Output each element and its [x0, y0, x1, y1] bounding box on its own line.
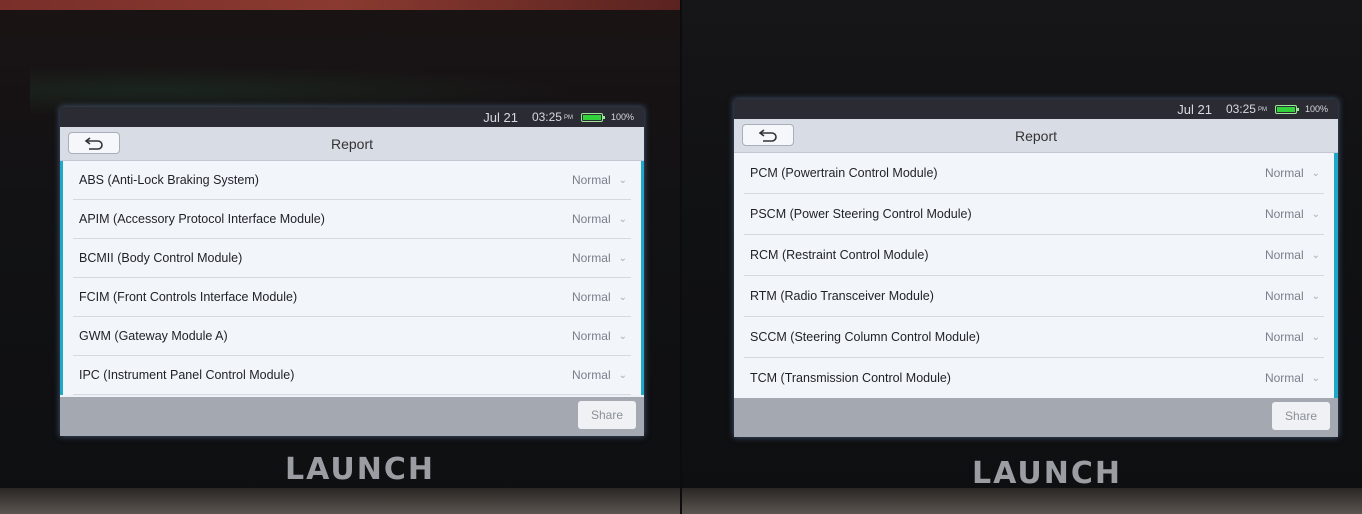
battery-percent: 100%: [1304, 104, 1328, 114]
chevron-down-icon: ⌄: [1311, 167, 1320, 179]
module-name: ABS (Anti-Lock Braking System): [79, 173, 259, 187]
list-item[interactable]: BCMII (Body Control Module) Normal ⌄: [73, 239, 631, 278]
chevron-down-icon: ⌄: [1311, 290, 1320, 302]
module-name: TCM (Transmission Control Module): [750, 371, 951, 385]
share-button[interactable]: Share: [1272, 402, 1330, 430]
module-name: RTM (Radio Transceiver Module): [750, 289, 934, 303]
status-dropdown[interactable]: Normal ⌄: [572, 212, 631, 226]
list-item[interactable]: APIM (Accessory Protocol Interface Modul…: [73, 200, 631, 239]
status-dropdown[interactable]: Normal ⌄: [1265, 289, 1324, 303]
module-name: SCCM (Steering Column Control Module): [750, 330, 980, 344]
status-ampm: PM: [1257, 106, 1267, 113]
status-value: Normal: [571, 290, 611, 304]
battery-icon: [1274, 104, 1299, 114]
list-item[interactable]: ABS (Anti-Lock Braking System) Normal ⌄: [73, 161, 631, 200]
device-screen: Jul 21 03:25 PM 100% Report ABS (Anti-Loc…: [60, 107, 644, 436]
status-value: Normal: [1264, 371, 1304, 385]
status-value: Normal: [1264, 207, 1304, 221]
chevron-down-icon: ⌄: [618, 252, 627, 264]
page-title: Report: [1014, 127, 1058, 144]
module-name: APIM (Accessory Protocol Interface Modul…: [79, 212, 325, 226]
footer-bar: Share: [60, 397, 644, 436]
status-dropdown[interactable]: Normal ⌄: [1265, 166, 1324, 180]
battery-percent: 100%: [610, 112, 634, 122]
chevron-down-icon: ⌄: [1311, 331, 1320, 343]
chevron-down-icon: ⌄: [618, 213, 627, 225]
status-time: 03:25: [531, 110, 562, 124]
list-item[interactable]: RCM (Restraint Control Module) Normal ⌄: [744, 235, 1324, 276]
status-value: Normal: [571, 329, 611, 343]
back-arrow-icon: [84, 137, 103, 150]
status-dropdown[interactable]: Normal ⌄: [572, 173, 631, 187]
list-item[interactable]: PCM (Powertrain Control Module) Normal ⌄: [744, 153, 1324, 194]
back-button[interactable]: [68, 132, 120, 154]
title-bar: Report: [60, 127, 644, 161]
device-screen: Jul 21 03:25 PM 100% Report PCM (Powertra…: [734, 99, 1338, 437]
status-value: Normal: [1264, 166, 1304, 180]
device-photo-left: Jul 21 03:25 PM 100% Report ABS (Anti-Loc…: [0, 0, 680, 514]
battery-icon: [580, 112, 605, 122]
status-bar: Jul 21 03:25 PM 100%: [734, 99, 1338, 119]
status-dropdown[interactable]: Normal ⌄: [1265, 207, 1324, 221]
report-list: ABS (Anti-Lock Braking System) Normal ⌄ A…: [60, 161, 644, 395]
status-value: Normal: [571, 212, 611, 226]
status-value: Normal: [571, 173, 611, 187]
status-dropdown[interactable]: Normal ⌄: [1265, 371, 1324, 385]
status-value: Normal: [571, 251, 611, 265]
chevron-down-icon: ⌄: [1311, 208, 1320, 220]
module-name: BCMII (Body Control Module): [79, 251, 243, 265]
status-time: 03:25: [1225, 102, 1256, 116]
status-dropdown[interactable]: Normal ⌄: [572, 329, 631, 343]
status-ampm: PM: [563, 114, 573, 121]
status-value: Normal: [1264, 248, 1304, 262]
device-photo-right: Jul 21 03:25 PM 100% Report PCM (Powertra…: [682, 0, 1362, 514]
list-item[interactable]: GWM (Gateway Module A) Normal ⌄: [73, 317, 631, 356]
status-dropdown[interactable]: Normal ⌄: [1265, 330, 1324, 344]
list-item[interactable]: FCIM (Front Controls Interface Module) N…: [73, 278, 631, 317]
status-dropdown[interactable]: Normal ⌄: [572, 368, 631, 382]
page-title: Report: [330, 135, 374, 152]
footer-bar: Share: [734, 398, 1338, 437]
status-time-group: 03:25 PM: [532, 110, 573, 124]
module-name: RCM (Restraint Control Module): [750, 248, 929, 262]
chevron-down-icon: ⌄: [618, 291, 627, 303]
list-item[interactable]: TCM (Transmission Control Module) Normal…: [744, 358, 1324, 399]
status-dropdown[interactable]: Normal ⌄: [1265, 248, 1324, 262]
share-button[interactable]: Share: [578, 401, 636, 429]
module-name: PCM (Powertrain Control Module): [750, 166, 938, 180]
status-time-group: 03:25 PM: [1226, 102, 1267, 116]
status-dropdown[interactable]: Normal ⌄: [572, 251, 631, 265]
status-dropdown[interactable]: Normal ⌄: [572, 290, 631, 304]
brand-logo: LAUNCH: [285, 452, 436, 487]
status-date: Jul 21: [483, 109, 518, 125]
chevron-down-icon: ⌄: [1311, 372, 1320, 384]
report-list: PCM (Powertrain Control Module) Normal ⌄ …: [734, 153, 1338, 399]
chevron-down-icon: ⌄: [618, 330, 627, 342]
list-item[interactable]: PSCM (Power Steering Control Module) Nor…: [744, 194, 1324, 235]
list-item[interactable]: RTM (Radio Transceiver Module) Normal ⌄: [744, 276, 1324, 317]
status-value: Normal: [571, 368, 611, 382]
chevron-down-icon: ⌄: [618, 369, 627, 381]
status-bar: Jul 21 03:25 PM 100%: [60, 107, 644, 127]
status-value: Normal: [1264, 289, 1304, 303]
brand-logo: LAUNCH: [972, 456, 1123, 491]
title-bar: Report: [734, 119, 1338, 153]
chevron-down-icon: ⌄: [1311, 249, 1320, 261]
module-name: FCIM (Front Controls Interface Module): [79, 290, 298, 304]
chevron-down-icon: ⌄: [618, 174, 627, 186]
status-date: Jul 21: [1177, 101, 1212, 117]
status-value: Normal: [1264, 330, 1304, 344]
list-item[interactable]: SCCM (Steering Column Control Module) No…: [744, 317, 1324, 358]
module-name: GWM (Gateway Module A): [79, 329, 228, 343]
module-name: PSCM (Power Steering Control Module): [750, 207, 972, 221]
module-name: IPC (Instrument Panel Control Module): [79, 368, 295, 382]
back-arrow-icon: [758, 129, 777, 142]
back-button[interactable]: [742, 124, 794, 146]
list-item[interactable]: IPC (Instrument Panel Control Module) No…: [73, 356, 631, 395]
